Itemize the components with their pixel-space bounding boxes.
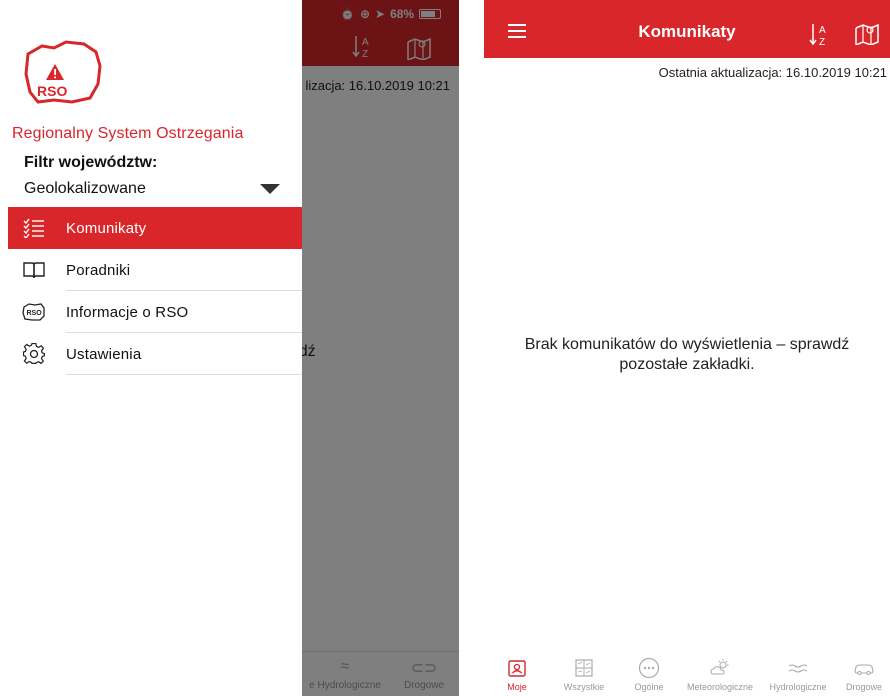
rso-logo: RSO [24, 40, 102, 104]
menu-item-poradniki[interactable]: Poradniki [8, 249, 302, 291]
right-phone-screen: Komunikaty A Z Ostatnia aktualizacja: 16… [484, 0, 890, 696]
voivodeship-filter-select[interactable]: Geolokalizowane [24, 180, 286, 204]
left-phone-screen: ⏰ ⊕ ➤ 68% A Z lizacja: 16.10.2019 10:21 … [0, 0, 459, 696]
tab-drogowe[interactable]: Drogowe [840, 655, 888, 696]
svg-text:A: A [819, 25, 826, 36]
menu-item-ustawienia[interactable]: Ustawienia [8, 333, 302, 375]
navigation-drawer: RSO Regionalny System Ostrzegania Filtr … [0, 0, 302, 696]
logo-text: RSO [37, 83, 67, 99]
gear-icon [22, 342, 46, 366]
svg-text:Z: Z [819, 37, 825, 48]
menu-item-label: Poradniki [66, 261, 131, 279]
tab-wszystkie[interactable]: Wszystkie [554, 655, 614, 696]
app-header: Komunikaty A Z [484, 0, 890, 58]
last-update-text: Ostatnia aktualizacja: 16.10.2019 10:21 [658, 65, 887, 80]
screenshot-canvas: ⏰ ⊕ ➤ 68% A Z lizacja: 16.10.2019 10:21 … [0, 0, 890, 696]
tab-label: Hydrologiczne [769, 682, 827, 692]
map-grid-icon [575, 659, 593, 677]
menu-item-informacje-o-rso[interactable]: RSO Informacje o RSO [8, 291, 302, 333]
voivodeship-filter-label: Filtr województw: [24, 154, 158, 171]
person-card-icon [508, 660, 526, 677]
menu-item-label: Komunikaty [66, 219, 147, 237]
empty-state-message: Brak komunikatów do wyświetlenia – spraw… [524, 336, 850, 373]
sun-cloud-icon [710, 659, 729, 675]
menu-divider [66, 374, 302, 375]
tab-label: Moje [507, 682, 527, 692]
menu-item-label: Informacje o RSO [66, 303, 189, 321]
sort-az-icon[interactable]: A Z [809, 22, 831, 48]
tab-label: Meteorologiczne [686, 682, 754, 692]
tab-moje[interactable]: Moje [492, 655, 542, 696]
menu-item-komunikaty[interactable]: Komunikaty [8, 207, 302, 249]
tab-meteorologiczne[interactable]: Meteorologiczne [680, 655, 760, 696]
menu-item-label: Ustawienia [66, 345, 142, 363]
tab-hydrologiczne[interactable]: Hydrologiczne [762, 655, 834, 696]
bottom-tab-bar: Moje Wszystkie Ogólne Meteorologiczne Hy… [484, 655, 890, 696]
svg-text:RSO: RSO [27, 310, 43, 317]
voivodeship-filter-value: Geolokalizowane [24, 180, 146, 197]
list-checks-icon [22, 216, 46, 240]
tab-label: Wszystkie [563, 682, 605, 692]
brand-name: Regionalny System Ostrzegania [12, 125, 244, 142]
map-pin-icon[interactable] [854, 23, 880, 45]
dropdown-triangle-icon [260, 184, 280, 194]
dots-circle-icon [638, 657, 660, 679]
tab-label: Drogowe [845, 682, 883, 692]
open-book-icon [22, 258, 46, 282]
drawer-menu: Komunikaty Poradniki RSO Informacje o RS… [8, 207, 302, 375]
rso-badge-icon: RSO [22, 300, 46, 324]
tab-label: Ogólne [634, 682, 664, 692]
car-icon [854, 664, 874, 676]
tab-ogolne[interactable]: Ogólne [624, 655, 674, 696]
waves-icon [788, 664, 808, 673]
